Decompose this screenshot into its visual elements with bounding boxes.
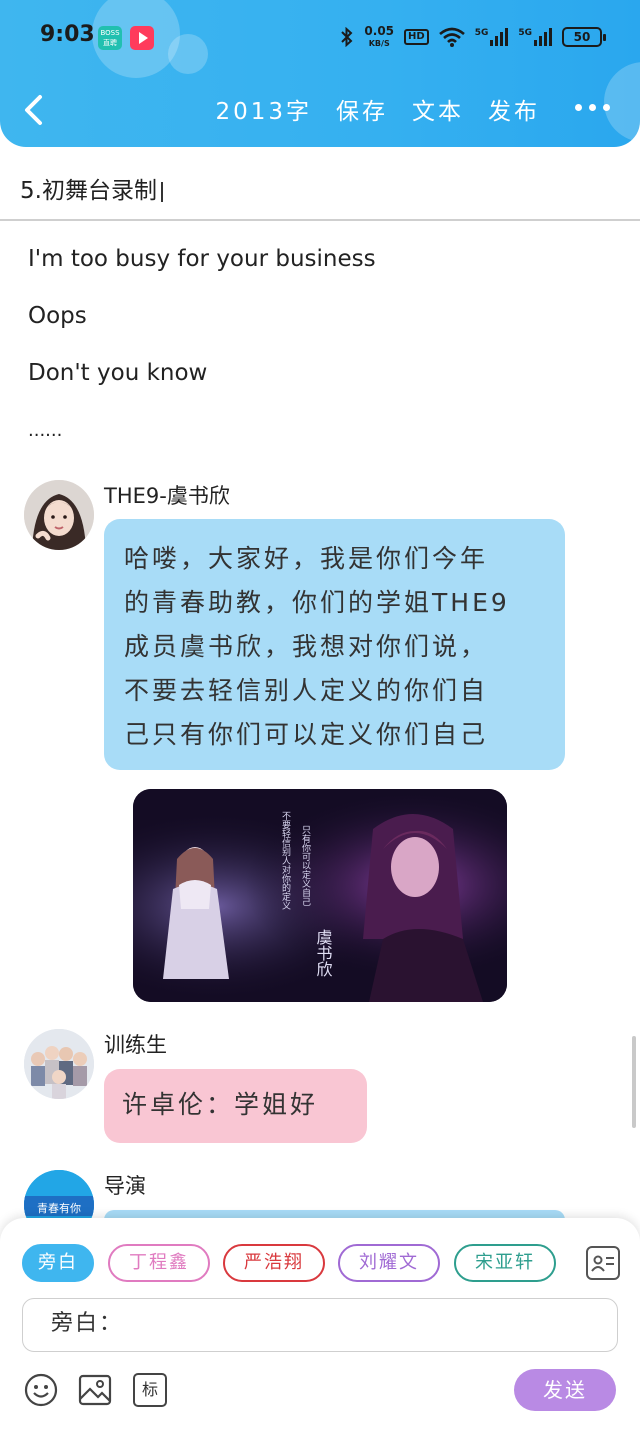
video-app-icon xyxy=(130,26,154,50)
message-line: 哈喽，大家好，我是你们今年 xyxy=(124,544,489,573)
document-title[interactable]: 5.初舞台录制 xyxy=(20,171,163,205)
bluetooth-icon xyxy=(341,27,353,47)
message-text: 许卓伦：学姐好 xyxy=(122,1090,319,1119)
avatar[interactable] xyxy=(24,1029,94,1099)
message-line: 成员虞书欣，我想对你们说， xyxy=(124,632,489,661)
role-chip[interactable]: 刘耀文 xyxy=(338,1244,440,1282)
battery-icon: 50 xyxy=(562,27,606,47)
signal-strength-1: 5G xyxy=(475,28,509,46)
message-line: 不要去轻信别人定义的你们自 xyxy=(124,676,489,705)
tag-button[interactable]: 标 xyxy=(133,1373,167,1407)
role-chip[interactable]: 丁程鑫 xyxy=(108,1244,210,1282)
scrollbar[interactable] xyxy=(632,1036,636,1128)
more-options-icon[interactable] xyxy=(575,104,610,111)
sender-name: 训练生 xyxy=(104,1033,167,1057)
save-button[interactable]: 保存 xyxy=(336,92,388,126)
message-input[interactable]: 旁白： xyxy=(22,1298,618,1352)
status-indicators: 0.05 KB/S HD 5G 5G 50 xyxy=(340,22,606,52)
message-line: 己只有你们可以定义你们自己 xyxy=(124,720,489,749)
hd-voice-badge: HD xyxy=(404,29,429,45)
avatar-logo-text: 青春有你 xyxy=(37,1201,81,1215)
word-count: 2013字 xyxy=(215,99,312,125)
network-speed-unit: KB/S xyxy=(368,38,390,48)
lyric-line: Oops xyxy=(28,303,87,329)
image-icon[interactable] xyxy=(78,1373,112,1407)
publish-button[interactable]: 发布 xyxy=(488,92,540,126)
emoji-icon[interactable] xyxy=(24,1373,58,1407)
message-line: 的青春助教，你们的学姐THE9 xyxy=(124,588,510,617)
tag-label: 标 xyxy=(141,1380,158,1399)
sender-name: THE9-虞书欣 xyxy=(104,484,230,508)
app-header: 9:03 BOSS 直聘 0.05 KB/S HD 5G 5G 50 2013字… xyxy=(0,0,640,147)
role-chip[interactable]: 严浩翔 xyxy=(223,1244,325,1282)
image-caption-left: 不要轻信别人对你的定义 xyxy=(280,811,291,910)
ellipsis-line: ...... xyxy=(28,420,63,441)
title-row[interactable]: 5.初舞台录制 xyxy=(0,147,640,221)
avatar-girl-image xyxy=(24,480,94,550)
contact-card-icon[interactable] xyxy=(586,1246,620,1280)
status-bar: 9:03 BOSS 直聘 0.05 KB/S HD 5G 5G 50 xyxy=(0,0,640,72)
signal-bars-icon xyxy=(534,28,552,46)
sender-name: 导演 xyxy=(104,1174,146,1198)
lyric-line: Don't you know xyxy=(28,360,208,386)
header-decoration xyxy=(604,62,640,142)
text-cursor xyxy=(160,181,163,202)
avatar[interactable] xyxy=(24,480,94,550)
boss-app-icon: BOSS 直聘 xyxy=(98,26,122,50)
status-time: 9:03 xyxy=(40,22,95,47)
network-speed: 0.05 KB/S xyxy=(364,23,395,49)
message-bubble[interactable]: 哈喽，大家好，我是你们今年 的青春助教，你们的学姐THE9 成员虞书欣，我想对你… xyxy=(104,519,565,770)
stage-photo-image: 不要轻信别人对你的定义 只有你可以定义自己 虞书欣 xyxy=(133,789,507,1002)
text-button[interactable]: 文本 xyxy=(412,92,464,126)
send-button[interactable]: 发送 xyxy=(514,1369,616,1411)
role-chip[interactable]: 宋亚轩 xyxy=(454,1244,556,1282)
signal-strength-2: 5G xyxy=(518,28,552,46)
signal-bars-icon xyxy=(490,28,509,46)
composer-panel: 旁白 丁程鑫 严浩翔 刘耀文 宋亚轩 旁白： 标 发送 xyxy=(0,1218,640,1429)
image-caption-right: 只有你可以定义自己 xyxy=(300,825,311,906)
message-bubble[interactable]: 许卓伦：学姐好 xyxy=(104,1069,367,1143)
role-chip-narrator[interactable]: 旁白 xyxy=(22,1244,94,1282)
signal-label: 5G xyxy=(518,28,532,38)
network-speed-value: 0.05 xyxy=(364,23,395,38)
lyric-line: I'm too busy for your business xyxy=(28,246,376,272)
back-arrow-icon[interactable] xyxy=(18,92,54,128)
document-title-text: 5.初舞台录制 xyxy=(20,178,157,204)
stage-photo[interactable]: 不要轻信别人对你的定义 只有你可以定义自己 虞书欣 xyxy=(133,789,507,1002)
image-caption-name: 虞书欣 xyxy=(314,929,333,977)
signal-label: 5G xyxy=(474,28,489,38)
header-actions: 2013字 保存 文本 发布 xyxy=(215,92,540,126)
avatar-group-image xyxy=(24,1029,94,1099)
wifi-icon xyxy=(438,27,465,47)
